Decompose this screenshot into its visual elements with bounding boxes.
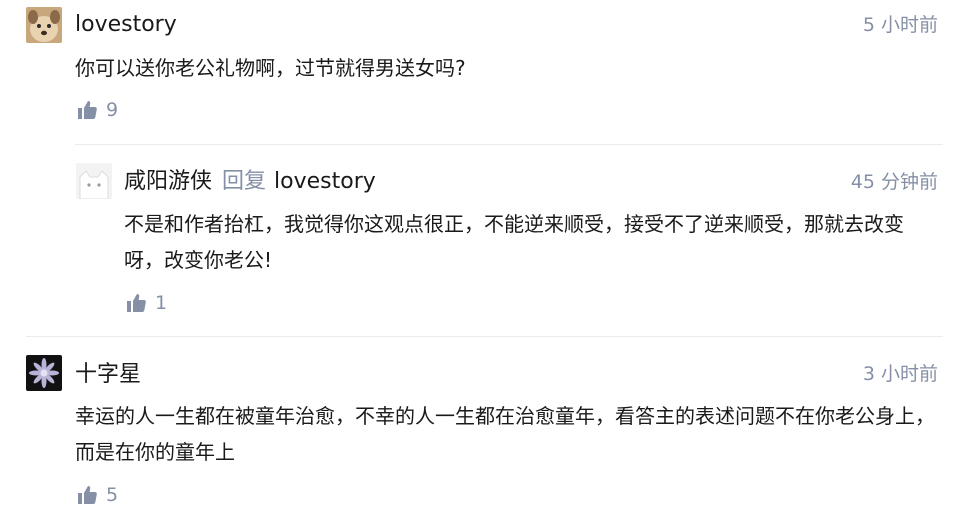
user-avatar[interactable] (26, 355, 62, 391)
user-avatar[interactable] (76, 163, 112, 199)
like-count: 5 (106, 484, 119, 506)
reply-comment-item: 咸阳游侠 回复 lovestory 45 分钟前 不是和作者抬杠，我觉得你这观点很正… (0, 145, 969, 335)
thumbs-up-icon (127, 294, 146, 312)
author-name[interactable]: 咸阳游侠 (124, 169, 212, 194)
dog-avatar-icon (26, 7, 62, 43)
comment-time: 3 小时前 (862, 363, 938, 385)
comment-time: 5 小时前 (862, 14, 938, 36)
reply-label: 回复 (222, 169, 267, 194)
reply-to-name[interactable]: lovestory (274, 169, 376, 194)
comment-item: 十字星 3 小时前 幸运的人一生都在被童年治愈，不幸的人一生都在治愈童年，看答主… (0, 337, 969, 507)
comment-content: 幸运的人一生都在被童年治愈，不幸的人一生都在治愈童年，看答主的表述问题不在你老公… (75, 404, 935, 464)
author-name[interactable]: 十字星 (75, 362, 141, 387)
comment-time: 45 分钟前 (850, 171, 938, 193)
thumbs-up-icon (78, 101, 97, 119)
like-button[interactable]: 9 (77, 99, 118, 121)
comment-author: 十字星 (75, 361, 141, 389)
comment-content: 不是和作者抬杠，我觉得你这观点很正，不能逆来顺受，接受不了逆来顺受，那就去改变呀… (124, 212, 904, 272)
like-count: 1 (155, 292, 168, 314)
author-name[interactable]: lovestory (75, 12, 177, 37)
flower-avatar-icon (26, 355, 62, 391)
like-count: 9 (106, 99, 119, 121)
comment-author[interactable]: lovestory (75, 11, 177, 39)
user-avatar[interactable] (26, 7, 62, 43)
comment-content: 你可以送你老公礼物啊，过节就得男送女吗? (75, 56, 466, 80)
like-button[interactable]: 1 (126, 292, 167, 314)
like-button[interactable]: 5 (77, 484, 118, 506)
cat-avatar-icon (76, 163, 112, 199)
comment-author: 咸阳游侠 回复 lovestory (124, 168, 376, 196)
thumbs-up-icon (78, 486, 97, 504)
comment-item: lovestory 5 小时前 你可以送你老公礼物啊，过节就得男送女吗? 9 (0, 0, 969, 140)
